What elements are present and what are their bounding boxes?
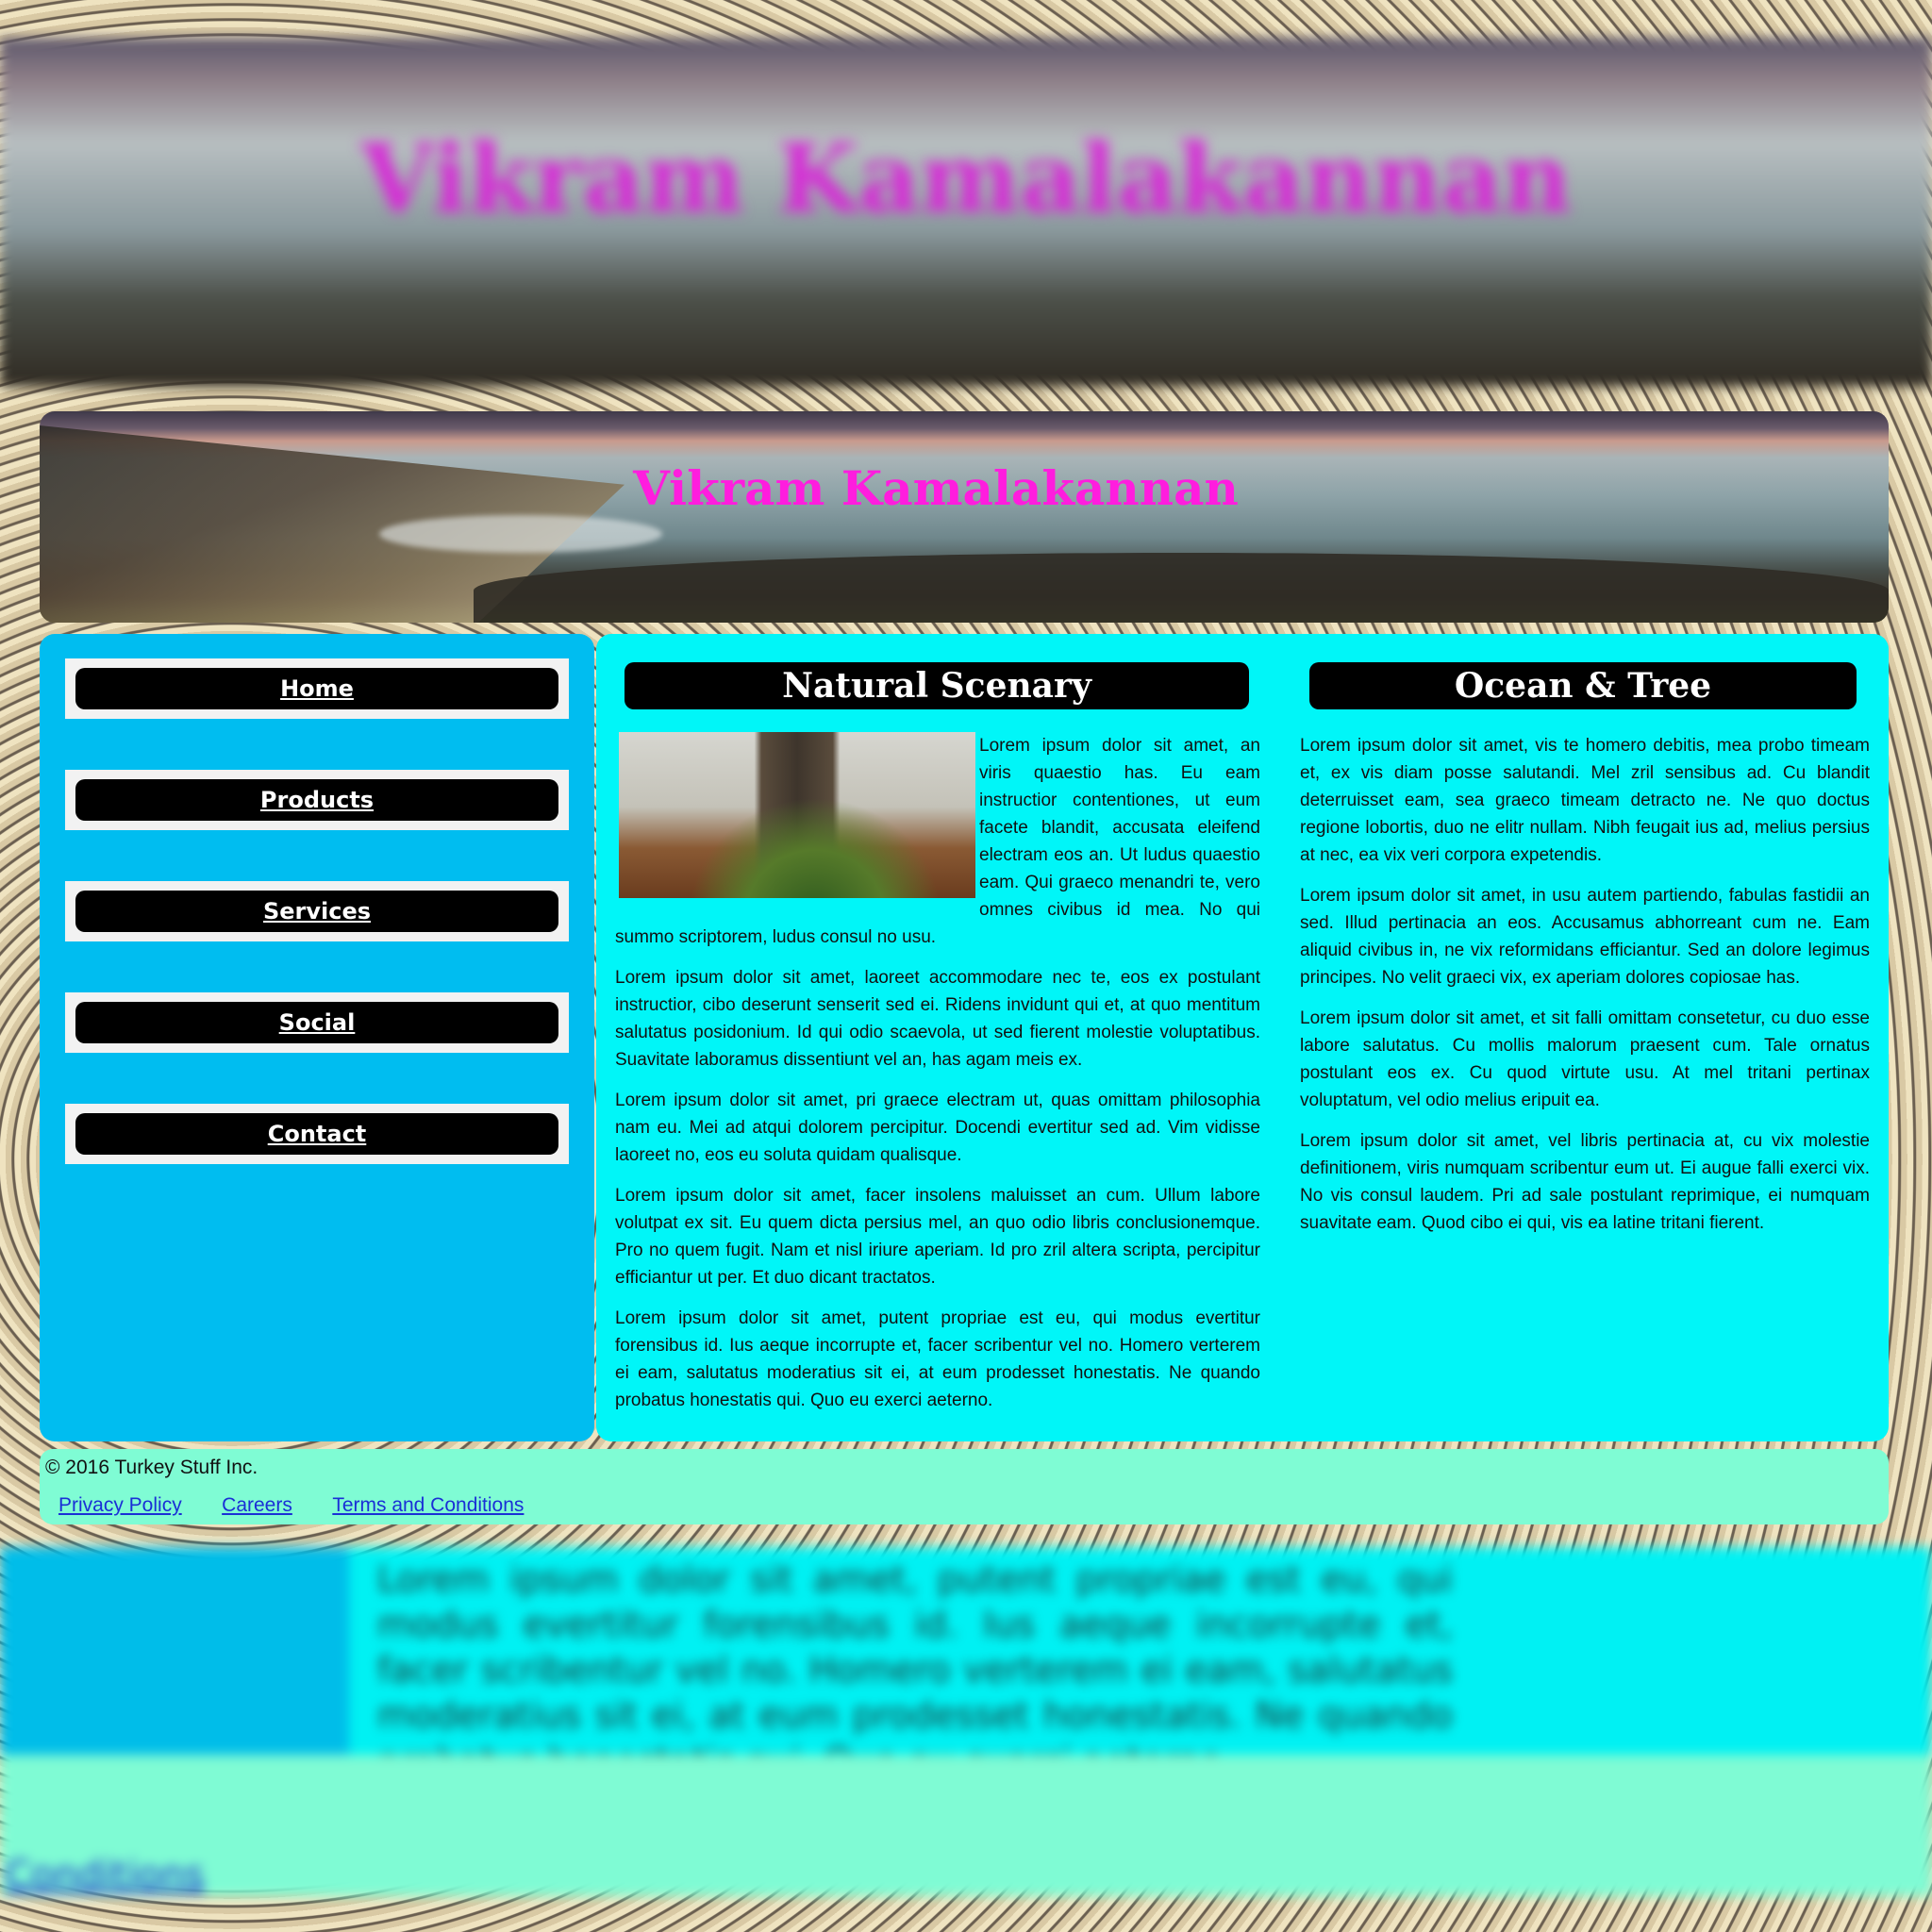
careers-link[interactable]: Careers — [222, 1494, 292, 1516]
paragraph: Lorem ipsum dolor sit amet, laoreet acco… — [615, 968, 1260, 1070]
backdrop-footer — [0, 1755, 1932, 1896]
banner-rock — [474, 553, 1889, 623]
paragraph: Lorem ipsum dolor sit amet, facer insole… — [615, 1186, 1260, 1288]
backdrop-sidebar — [0, 1547, 349, 1755]
main-content: Natural Scenary Ocean & Tree Lorem ipsum… — [596, 634, 1889, 1441]
paragraph: Lorem ipsum dolor sit amet, vis te homer… — [1300, 736, 1870, 865]
backdrop-text: Lorem ipsum dolor sit amet, putent propr… — [377, 1558, 1453, 1781]
ocean-tree-heading: Ocean & Tree — [1309, 662, 1857, 709]
header-banner: Vikram Kamalakannan — [40, 411, 1889, 623]
tree-roots-image — [619, 732, 975, 898]
nav-social-button[interactable]: Social — [75, 1002, 558, 1043]
terms-link[interactable]: Terms and Conditions — [332, 1494, 524, 1516]
backdrop-bottom-blur: Lorem ipsum dolor sit amet, putent propr… — [0, 1547, 1932, 1932]
nav-services-button[interactable]: Services — [75, 891, 558, 932]
banner-surf — [379, 515, 662, 553]
backdrop-title-blur: Vikram Kamalakannan — [360, 123, 1572, 234]
copyright-text: © 2016 Turkey Stuff Inc. — [45, 1457, 258, 1478]
backdrop-link: Conditions — [5, 1854, 205, 1897]
nav-item-social: Social — [65, 992, 569, 1053]
footer-links: Privacy Policy Careers Terms and Conditi… — [58, 1494, 559, 1517]
column-ocean-tree: Lorem ipsum dolor sit amet, vis te homer… — [1300, 732, 1870, 1250]
footer: © 2016 Turkey Stuff Inc. Privacy Policy … — [40, 1449, 1889, 1524]
paragraph: Lorem ipsum dolor sit amet, putent propr… — [615, 1308, 1260, 1410]
site-title: Vikram Kamalakannan — [633, 460, 1239, 516]
nav-contact-button[interactable]: Contact — [75, 1113, 558, 1155]
column-natural-scenary: Lorem ipsum dolor sit amet, an viris qua… — [615, 732, 1260, 1427]
paragraph: Lorem ipsum dolor sit amet, pri graece e… — [615, 1091, 1260, 1165]
privacy-policy-link[interactable]: Privacy Policy — [58, 1494, 182, 1516]
paragraph: Lorem ipsum dolor sit amet, in usu autem… — [1300, 886, 1870, 988]
nav-item-products: Products — [65, 770, 569, 830]
nav-item-services: Services — [65, 881, 569, 941]
sidebar-nav: Home Products Services Social Contact — [40, 634, 594, 1441]
paragraph: Lorem ipsum dolor sit amet, vel libris p… — [1300, 1131, 1870, 1233]
natural-scenary-heading: Natural Scenary — [625, 662, 1249, 709]
nav-products-button[interactable]: Products — [75, 779, 558, 821]
nav-item-contact: Contact — [65, 1104, 569, 1164]
nav-item-home: Home — [65, 658, 569, 719]
nav-home-button[interactable]: Home — [75, 668, 558, 709]
paragraph: Lorem ipsum dolor sit amet, et sit falli… — [1300, 1008, 1870, 1110]
